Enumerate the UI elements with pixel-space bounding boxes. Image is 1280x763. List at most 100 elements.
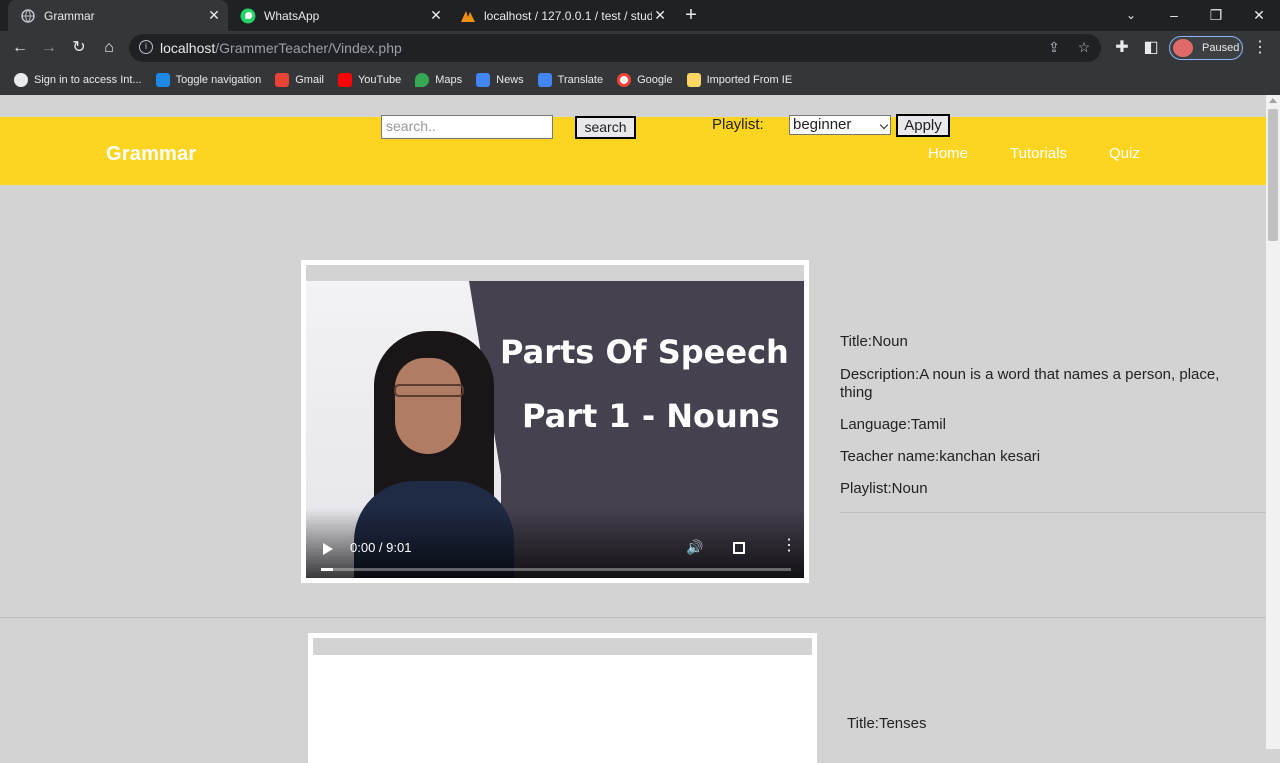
bookmark-label: Maps: [435, 73, 463, 86]
video-card: Parts Of Speech Part 1 - Nouns 0:00 / 9:…: [301, 260, 809, 583]
browser-chrome: Grammar ✕ WhatsApp ✕ localhost / 127.0.0…: [0, 0, 1280, 95]
video-controls: 0:00 / 9:01 🔊 ⋮: [306, 508, 804, 578]
profile-status: Paused: [1202, 42, 1240, 54]
video-time: 0:00 / 9:01: [350, 540, 412, 555]
scroll-up-icon[interactable]: [1269, 98, 1277, 103]
folder-icon: [686, 72, 701, 87]
tab-strip: Grammar ✕ WhatsApp ✕ localhost / 127.0.0…: [0, 0, 1280, 31]
phpmyadmin-icon: [460, 8, 476, 24]
playlist-label: Playlist:: [712, 116, 764, 133]
menu-dots-icon[interactable]: ⋮: [1249, 37, 1271, 59]
video-title: Title:Noun: [840, 333, 908, 350]
thumbnail-title-line1: Parts Of Speech: [500, 333, 789, 371]
search-input[interactable]: search..: [381, 115, 553, 139]
translate-icon: [537, 72, 552, 87]
bookmark-label: Translate: [557, 73, 604, 86]
progress-fill: [321, 568, 333, 571]
video-player[interactable]: [313, 655, 812, 763]
playlist-selected: beginner: [793, 116, 852, 133]
bookmark-toggle-navigation[interactable]: Toggle navigation: [155, 72, 261, 87]
search-button[interactable]: search: [575, 116, 636, 139]
bookmark-translate[interactable]: Translate: [537, 72, 604, 87]
bookmark-maps[interactable]: Maps: [415, 72, 463, 87]
maps-icon: [415, 72, 430, 87]
bookmark-label: Gmail: [295, 73, 324, 86]
video-description: Description:A noun is a word that names …: [840, 366, 1220, 401]
video-top-bar: [306, 265, 804, 281]
divider: [840, 512, 1266, 513]
new-tab-button[interactable]: +: [680, 4, 702, 26]
profile-button[interactable]: Paused: [1169, 36, 1243, 60]
nav-quiz[interactable]: Quiz: [1109, 145, 1140, 162]
tab-title: Grammar: [44, 8, 95, 23]
close-icon[interactable]: ✕: [428, 7, 444, 24]
forward-arrow-icon[interactable]: →: [38, 37, 60, 59]
tab-whatsapp[interactable]: WhatsApp ✕: [236, 0, 446, 31]
extensions-icon[interactable]: ✚: [1111, 37, 1133, 59]
bookmark-label: Imported From IE: [706, 73, 793, 86]
url-host: localhost: [160, 40, 216, 56]
bookmark-label: Sign in to access Int...: [34, 73, 142, 86]
news-icon: [476, 72, 491, 87]
chevron-down-icon: [879, 120, 889, 130]
info-icon[interactable]: i: [139, 40, 153, 54]
tab-title: localhost / 127.0.0.1 / test / stud: [484, 8, 653, 23]
close-icon[interactable]: ✕: [652, 7, 668, 24]
globe-icon: [14, 72, 28, 87]
google-icon: [617, 72, 632, 87]
browser-toolbar: ← → ↻ ⌂ i localhost/GrammerTeacher/Vinde…: [0, 31, 1280, 64]
video-language: Language:Tamil: [840, 416, 946, 433]
fullscreen-icon[interactable]: [733, 542, 745, 554]
progress-track[interactable]: [321, 568, 791, 571]
bookmark-news[interactable]: News: [476, 72, 524, 87]
tab-search-icon[interactable]: ⌄: [1109, 0, 1153, 31]
back-arrow-icon[interactable]: ←: [9, 37, 31, 59]
tab-grammar[interactable]: Grammar ✕: [8, 0, 228, 31]
url-text[interactable]: localhost/GrammerTeacher/Vindex.php: [160, 40, 402, 56]
tab-title: WhatsApp: [264, 8, 320, 23]
minimize-button[interactable]: –: [1152, 0, 1196, 31]
more-options-icon[interactable]: ⋮: [781, 538, 797, 554]
page-scrollbar[interactable]: [1266, 95, 1280, 749]
reload-icon[interactable]: ↻: [68, 37, 90, 59]
video-card: [308, 633, 817, 763]
bookmarks-bar: Sign in to access Int... Toggle navigati…: [0, 64, 1280, 95]
scroll-thumb[interactable]: [1268, 109, 1278, 241]
avatar: [1173, 39, 1193, 57]
video-player[interactable]: Parts Of Speech Part 1 - Nouns 0:00 / 9:…: [306, 281, 804, 578]
playlist-select[interactable]: beginner: [789, 115, 891, 135]
volume-icon[interactable]: 🔊: [686, 539, 703, 556]
section-divider: [0, 617, 1266, 618]
bookmark-label: Google: [637, 73, 673, 86]
bookmark-label: YouTube: [357, 73, 402, 86]
gmail-icon: [275, 72, 290, 87]
video-title: Title:Tenses: [847, 715, 927, 732]
share-icon[interactable]: ⇪: [1045, 39, 1063, 57]
side-panel-icon[interactable]: ◧: [1140, 37, 1162, 59]
close-icon[interactable]: ✕: [206, 7, 222, 24]
bookmark-label: News: [496, 73, 524, 86]
bookmark-youtube[interactable]: YouTube: [337, 72, 402, 87]
restore-button[interactable]: ❐: [1194, 0, 1238, 31]
nav-home[interactable]: Home: [928, 145, 968, 162]
video-playlist: Playlist:Noun: [840, 480, 928, 497]
p-icon: [155, 72, 170, 87]
star-icon[interactable]: ☆: [1075, 39, 1093, 57]
brand-logo[interactable]: Grammar: [106, 143, 196, 166]
thumbnail-title-line2: Part 1 - Nouns: [522, 397, 780, 435]
address-bar[interactable]: i localhost/GrammerTeacher/Vindex.php ⇪ …: [129, 34, 1101, 62]
tab-phpmyadmin[interactable]: localhost / 127.0.0.1 / test / stud ✕: [456, 0, 668, 31]
apply-button[interactable]: Apply: [896, 114, 950, 137]
bookmark-sign-in[interactable]: Sign in to access Int...: [14, 72, 142, 87]
youtube-icon: [337, 72, 352, 87]
nav-tutorials[interactable]: Tutorials: [1010, 145, 1067, 162]
home-icon[interactable]: ⌂: [98, 37, 120, 59]
bookmark-google[interactable]: Google: [617, 72, 673, 87]
bookmark-gmail[interactable]: Gmail: [275, 72, 324, 87]
bookmark-imported-from-ie[interactable]: Imported From IE: [686, 72, 793, 87]
url-path: /GrammerTeacher/Vindex.php: [215, 40, 402, 56]
play-icon[interactable]: [323, 543, 333, 555]
close-window-button[interactable]: ✕: [1237, 0, 1280, 31]
video-top-bar: [313, 638, 812, 655]
globe-icon: [20, 8, 36, 24]
